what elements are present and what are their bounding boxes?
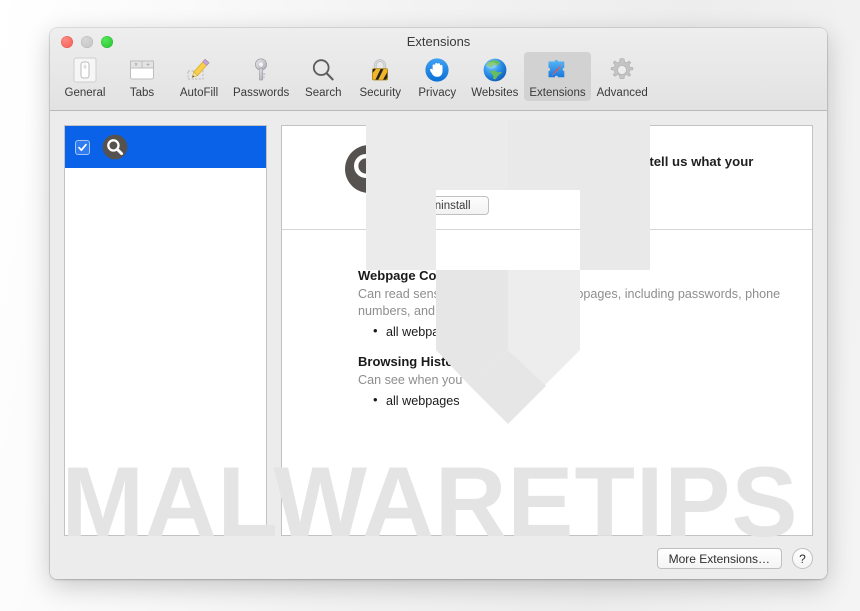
pencil-icon bbox=[183, 54, 215, 86]
tabs-icon: × + bbox=[126, 54, 158, 86]
toolbar-item-label: Security bbox=[359, 87, 402, 99]
toolbar-item-websites[interactable]: Websites bbox=[466, 52, 523, 101]
puzzle-compass-icon bbox=[541, 54, 573, 86]
permission-items: all webpages bbox=[358, 322, 812, 341]
toolbar-item-passwords[interactable]: Passwords bbox=[228, 52, 294, 101]
permission-title: Browsing History bbox=[358, 354, 466, 369]
toolbar-item-label: Search bbox=[305, 87, 342, 99]
toolbar-item-extensions[interactable]: Extensions bbox=[524, 52, 591, 101]
gear-icon bbox=[606, 54, 638, 86]
toolbar-item-label: AutoFill bbox=[179, 87, 219, 99]
magnifier-badge-icon bbox=[102, 134, 128, 160]
safari-preferences-window: Extensions General × + Tabs AutoFill Pas… bbox=[50, 28, 827, 579]
permission-block-browsing-history: Browsing History Can see when you visit:… bbox=[358, 354, 812, 410]
toolbar-item-label: Websites bbox=[471, 87, 519, 99]
more-extensions-button[interactable]: More Extensions… bbox=[656, 548, 782, 569]
list-item[interactable] bbox=[65, 126, 266, 168]
window-chrome: Extensions General × + Tabs AutoFill Pas… bbox=[50, 28, 827, 111]
permissions-area: Webpage Contents Can read sensitive info… bbox=[282, 230, 812, 410]
extension-detail-panel: This is a Safari Extension. You should t… bbox=[281, 125, 813, 536]
svg-text:+: + bbox=[146, 63, 150, 69]
toolbar-item-label: Advanced bbox=[596, 87, 648, 99]
permission-item: all webpages bbox=[373, 322, 812, 341]
extensions-list bbox=[64, 125, 267, 536]
uninstall-button[interactable]: Uninstall bbox=[408, 196, 489, 215]
toolbar-item-advanced[interactable]: Advanced bbox=[592, 52, 653, 101]
preferences-toolbar: General × + Tabs AutoFill Passwords Sear… bbox=[50, 52, 827, 110]
toolbar-item-label: General bbox=[64, 87, 106, 99]
permission-description: Can read sensitive information from webp… bbox=[358, 287, 781, 318]
globe-icon bbox=[479, 54, 511, 86]
toolbar-item-privacy[interactable]: Privacy bbox=[409, 52, 465, 101]
window-icon bbox=[69, 54, 101, 86]
toolbar-item-label: Privacy bbox=[418, 87, 457, 99]
toolbar-item-general[interactable]: General bbox=[57, 52, 113, 101]
preferences-body: This is a Safari Extension. You should t… bbox=[50, 111, 827, 579]
extension-description: This is a Safari Extension. You should t… bbox=[408, 154, 754, 187]
extension-enabled-checkbox[interactable] bbox=[75, 139, 90, 155]
toolbar-item-autofill[interactable]: AutoFill bbox=[171, 52, 227, 101]
padlock-icon bbox=[364, 54, 396, 86]
toolbar-item-label: Passwords bbox=[233, 87, 290, 99]
magnifier-badge-icon bbox=[344, 144, 394, 194]
permission-title: Webpage Contents bbox=[358, 268, 476, 283]
permission-description: Can see when you visit: bbox=[358, 373, 492, 387]
key-icon bbox=[245, 54, 277, 86]
svg-text:×: × bbox=[134, 63, 138, 69]
toolbar-item-security[interactable]: Security bbox=[352, 52, 408, 101]
permission-block-webpage-contents: Webpage Contents Can read sensitive info… bbox=[358, 268, 812, 341]
magnifier-icon bbox=[307, 54, 339, 86]
permission-item: all webpages bbox=[373, 391, 812, 410]
help-button[interactable]: ? bbox=[792, 548, 813, 569]
hand-icon bbox=[421, 54, 453, 86]
toolbar-item-label: Tabs bbox=[129, 87, 155, 99]
toolbar-item-tabs[interactable]: × + Tabs bbox=[114, 52, 170, 101]
toolbar-item-search[interactable]: Search bbox=[295, 52, 351, 101]
toolbar-item-label: Extensions bbox=[529, 87, 586, 99]
window-title: Extensions bbox=[406, 34, 471, 49]
window-footer: More Extensions… ? bbox=[656, 548, 813, 569]
permission-items: all webpages bbox=[358, 391, 812, 410]
extension-header: This is a Safari Extension. You should t… bbox=[282, 126, 812, 230]
